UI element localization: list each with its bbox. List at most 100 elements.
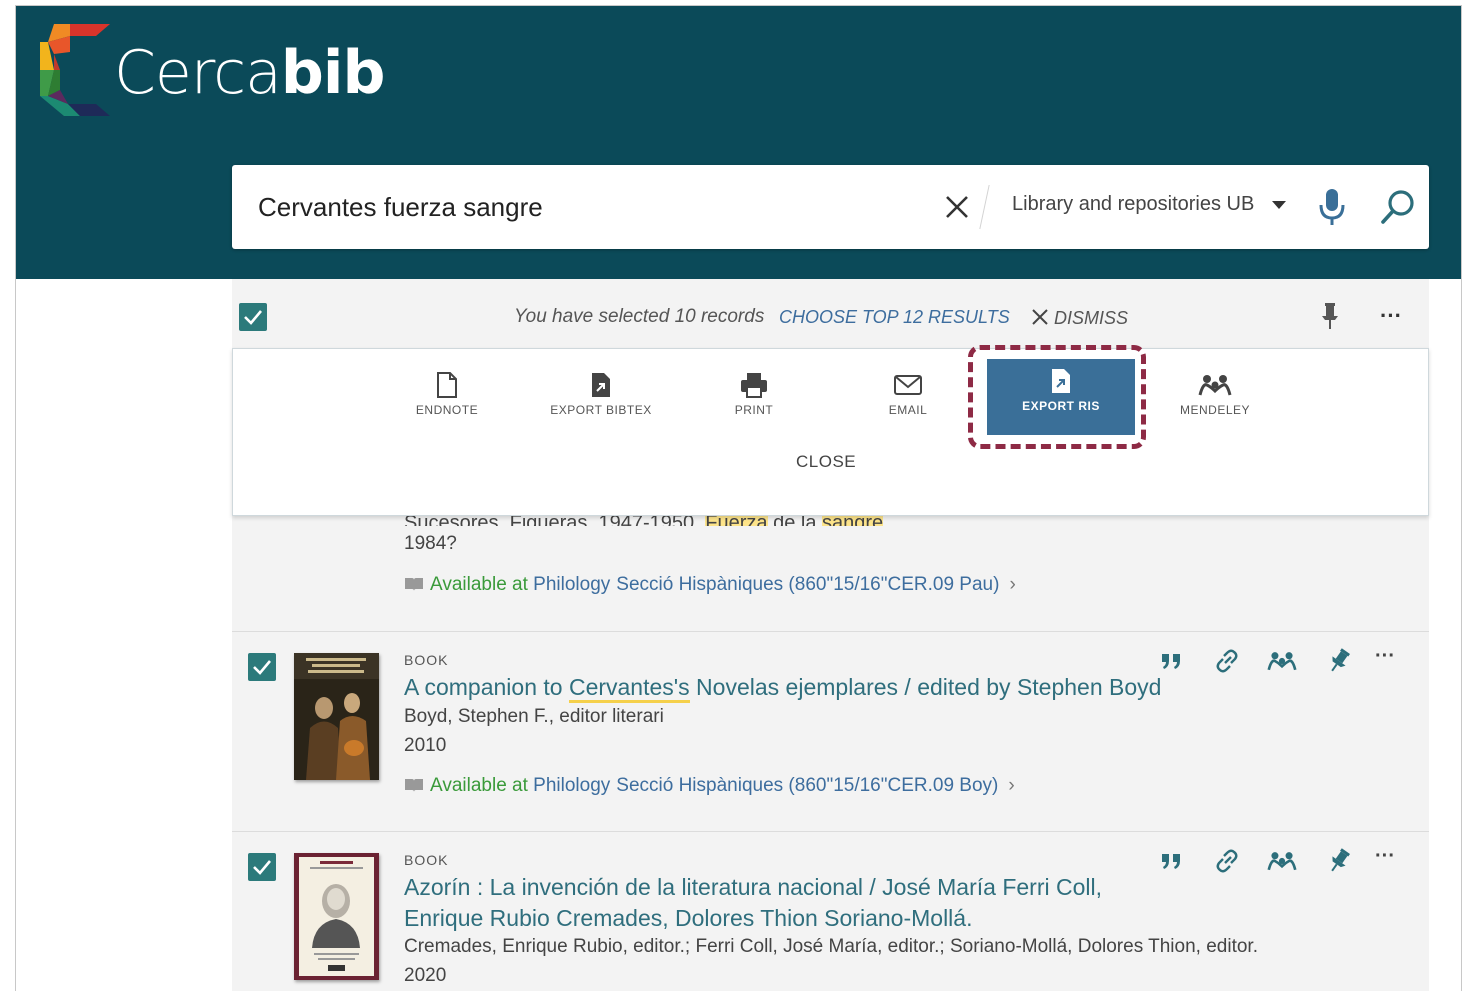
citation-button[interactable] (1157, 646, 1187, 676)
mendeley-icon (1267, 652, 1297, 671)
header: Cercabib Library and repositories UB (16, 6, 1461, 279)
permalink-button[interactable] (1212, 646, 1242, 676)
choose-top-results-link[interactable]: CHOOSE TOP 12 RESULTS (779, 307, 1010, 328)
record-actions: ··· (1157, 646, 1407, 680)
pin-button[interactable] (1324, 846, 1354, 876)
select-all-checkbox[interactable] (239, 303, 267, 331)
record-title[interactable]: Azorín : La invención de la literatura n… (404, 872, 1164, 934)
export-bibtex-action[interactable]: EXPORT BIBTEX (527, 363, 675, 435)
chevron-right-icon[interactable]: › (1009, 574, 1015, 595)
export-ris-action[interactable]: EXPORT RIS (987, 359, 1135, 435)
email-action[interactable]: EMAIL (834, 363, 982, 435)
result-record: BOOK Azorín : La invención de la literat… (232, 832, 1429, 991)
chevron-right-icon[interactable]: › (1008, 775, 1014, 796)
close-panel-button[interactable]: CLOSE (796, 452, 856, 472)
export-actions-panel: ENDNOTE EXPORT BIBTEX PRINT EMAIL EXPORT… (232, 345, 1429, 516)
search-button[interactable] (1378, 187, 1418, 227)
book-icon (405, 578, 423, 591)
partial-record: Sucesores, Figueras, 1947-1950. Fuerza d… (232, 512, 1429, 632)
results-area: You have selected 10 records CHOOSE TOP … (232, 279, 1429, 991)
title-part: A companion to (404, 674, 569, 700)
action-label: EXPORT BIBTEX (550, 403, 652, 417)
brand-bold: bib (280, 38, 385, 108)
mendeley-icon (1267, 852, 1297, 871)
clear-search-button[interactable] (940, 189, 974, 225)
dismiss-label: DISMISS (1054, 308, 1129, 328)
endnote-action[interactable]: ENDNOTE (373, 363, 521, 435)
voice-search-button[interactable] (1316, 187, 1348, 227)
print-action[interactable]: PRINT (680, 363, 828, 435)
link-icon (1216, 849, 1238, 873)
check-icon (244, 310, 262, 325)
citation-button[interactable] (1157, 846, 1187, 876)
microphone-icon (1319, 189, 1345, 225)
close-icon (946, 196, 968, 218)
record-actions: ··· (1157, 846, 1407, 880)
pin-icon (1322, 303, 1338, 329)
book-cover-thumbnail[interactable] (294, 853, 379, 980)
quote-icon (1162, 654, 1180, 669)
selection-count: You have selected 10 records (514, 306, 765, 327)
permalink-button[interactable] (1212, 846, 1242, 876)
pin-icon (1331, 848, 1350, 872)
link-icon (1216, 649, 1238, 673)
check-icon (253, 860, 271, 875)
title-part: Novelas ejemplares / edited by Stephen B… (689, 674, 1162, 700)
availability-status: Available at (430, 574, 534, 595)
library-name[interactable]: Philology (533, 574, 610, 595)
availability-status: Available at (430, 775, 534, 796)
action-label: EXPORT RIS (1022, 399, 1100, 413)
mendeley-button[interactable] (1267, 646, 1297, 676)
action-label: PRINT (734, 403, 774, 417)
brand-wordmark: Cercabib (114, 38, 385, 108)
record-title[interactable]: A companion to Cervantes's Novelas ejemp… (404, 672, 1204, 703)
pin-button[interactable] (1324, 646, 1354, 676)
pin-button[interactable] (1320, 301, 1340, 331)
result-record: BOOK A companion to Cervantes's Novelas … (232, 632, 1429, 832)
book-cover-thumbnail[interactable] (294, 653, 379, 780)
record-year: 1984? (404, 533, 457, 554)
availability[interactable]: Available at Philology Secció Hispàniques… (404, 574, 1016, 596)
action-label: MENDELEY (1179, 403, 1251, 417)
title-line: Enrique Rubio Cremades, Dolores Thion So… (404, 905, 973, 931)
dismiss-button[interactable]: DISMISS (1030, 307, 1128, 329)
record-type: BOOK (404, 852, 449, 868)
book-icon (405, 779, 423, 792)
more-options-icon[interactable]: ··· (1380, 301, 1406, 331)
library-name[interactable]: Philology (533, 775, 610, 796)
app-frame: Cercabib Library and repositories UB (15, 5, 1462, 991)
scope-select[interactable]: Library and repositories UB (1012, 193, 1254, 216)
record-author: Cremades, Enrique Rubio, editor.; Ferri … (404, 936, 1258, 957)
title-highlight: Cervantes's (568, 674, 690, 703)
divider (979, 185, 990, 229)
action-label: ENDNOTE (415, 403, 479, 417)
printer-icon (741, 373, 767, 398)
more-options-icon[interactable]: ··· (1375, 646, 1405, 676)
title-line: Azorín : La invención de la literatura n… (404, 874, 1102, 900)
action-label: EMAIL (888, 403, 928, 417)
more-options-icon[interactable]: ··· (1375, 846, 1405, 876)
search-icon (1381, 190, 1414, 224)
cercabib-logo[interactable] (40, 24, 110, 116)
mendeley-icon (1198, 375, 1232, 396)
brand-light: Cerca (114, 38, 282, 108)
check-icon (253, 660, 271, 675)
export-file-icon (592, 373, 610, 397)
record-type: BOOK (404, 652, 449, 668)
shelf-location[interactable]: Secció Hispàniques (860"15/16"CER.09 Pau… (616, 574, 999, 595)
mendeley-button[interactable] (1267, 846, 1297, 876)
quote-icon (1162, 854, 1180, 869)
shelf-location[interactable]: Secció Hispàniques (860"15/16"CER.09 Boy… (616, 775, 998, 796)
search-input[interactable] (258, 189, 918, 225)
record-checkbox[interactable] (248, 653, 276, 681)
chevron-down-icon[interactable] (1272, 201, 1286, 209)
document-icon (437, 372, 457, 398)
export-file-icon (1052, 369, 1070, 393)
search-bar: Library and repositories UB (232, 165, 1429, 249)
record-checkbox[interactable] (248, 853, 276, 881)
envelope-icon (894, 375, 922, 395)
record-year: 2010 (404, 735, 447, 756)
availability[interactable]: Available at Philology Secció Hispàniques… (404, 775, 1015, 797)
mendeley-action[interactable]: MENDELEY (1141, 363, 1289, 435)
pin-icon (1331, 648, 1350, 672)
